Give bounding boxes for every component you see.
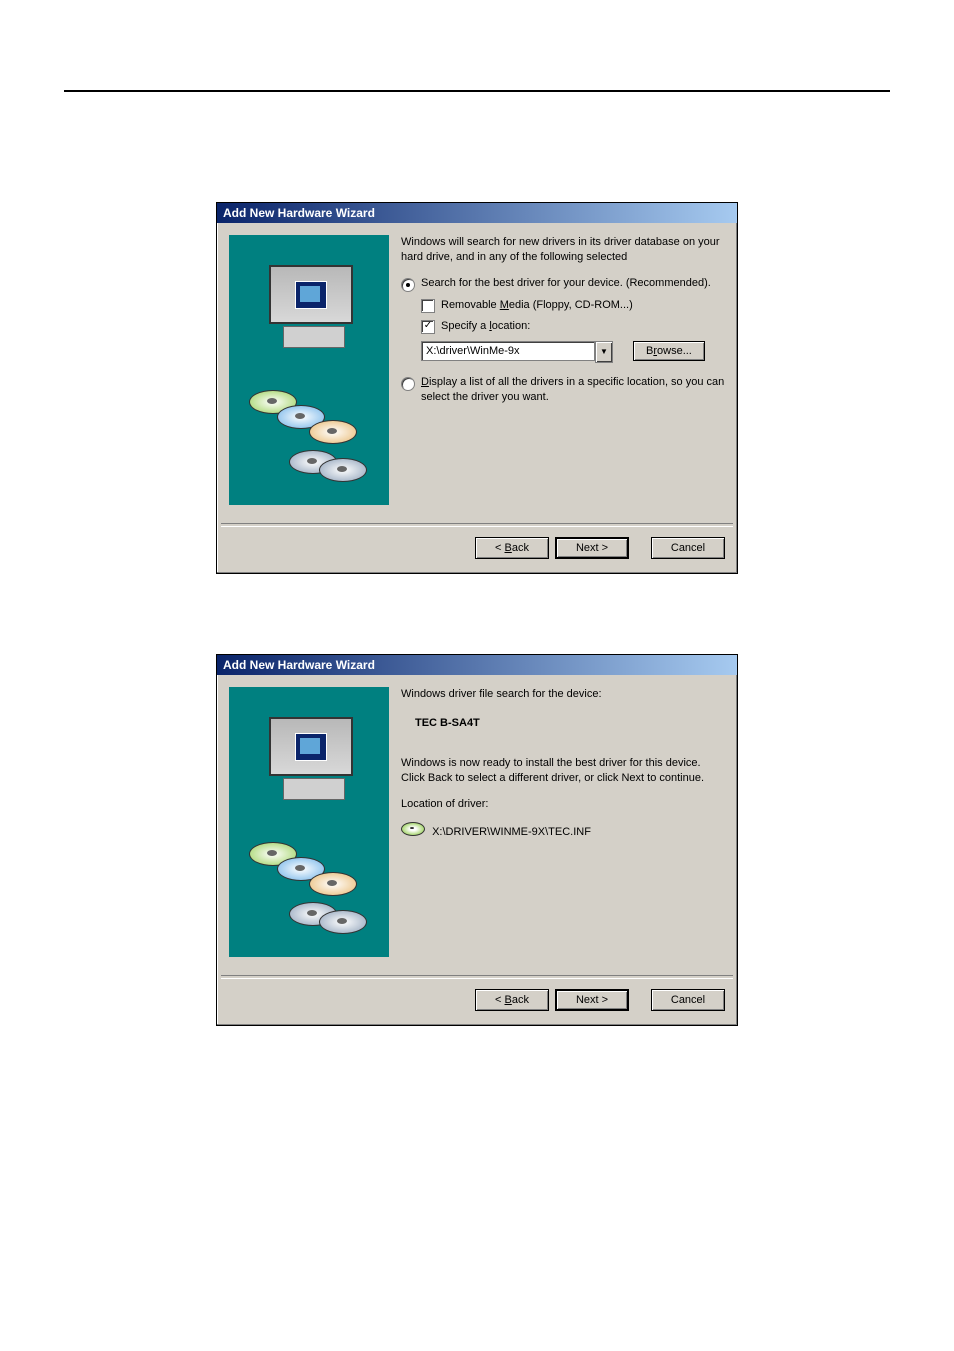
checkbox-icon <box>421 299 435 313</box>
checkbox-specify-location[interactable]: Specify a location: <box>421 319 725 334</box>
radio-label: Display a list of all the drivers in a s… <box>421 375 725 406</box>
combo-dropdown-button[interactable]: ▼ <box>595 341 613 363</box>
location-combo[interactable]: ▼ <box>421 341 613 361</box>
search-label: Windows driver file search for the devic… <box>401 687 725 702</box>
radio-icon <box>401 377 415 391</box>
device-name: TEC B-SA4T <box>415 716 725 731</box>
dialog-title: Add New Hardware Wizard <box>217 203 737 223</box>
checkbox-label: Removable Media (Floppy, CD-ROM...) <box>441 298 633 313</box>
wizard-illustration <box>229 687 389 957</box>
checkbox-removable-media[interactable]: Removable Media (Floppy, CD-ROM...) <box>421 298 725 313</box>
cancel-button[interactable]: Cancel <box>651 989 725 1011</box>
next-button[interactable]: Next > <box>555 537 629 559</box>
hardware-wizard-dialog-2: Add New Hardware Wizard Windows driver f… <box>216 654 738 1026</box>
checkbox-icon <box>421 320 435 334</box>
ready-text: Windows is now ready to install the best… <box>401 756 725 787</box>
back-button[interactable]: < Back <box>475 989 549 1011</box>
hardware-wizard-dialog-1: Add New Hardware Wizard Windows will sea… <box>216 202 738 574</box>
radio-display-list[interactable]: Display a list of all the drivers in a s… <box>401 375 725 406</box>
location-label: Location of driver: <box>401 797 725 812</box>
driver-path: X:\DRIVER\WINME-9X\TEC.INF <box>432 826 591 838</box>
intro-text: Windows will search for new drivers in i… <box>401 235 725 266</box>
checkbox-label: Specify a location: <box>441 319 530 334</box>
disc-icon <box>401 822 425 842</box>
radio-search-best[interactable]: Search for the best driver for your devi… <box>401 276 725 292</box>
radio-icon <box>401 278 415 292</box>
wizard-illustration <box>229 235 389 505</box>
browse-button[interactable]: Browse... <box>633 341 705 361</box>
driver-path-row: X:\DRIVER\WINME-9X\TEC.INF <box>401 822 725 842</box>
dialog-title: Add New Hardware Wizard <box>217 655 737 675</box>
back-button[interactable]: < Back <box>475 537 549 559</box>
next-button[interactable]: Next > <box>555 989 629 1011</box>
location-input[interactable] <box>421 341 595 361</box>
radio-label: Search for the best driver for your devi… <box>421 276 711 291</box>
cancel-button[interactable]: Cancel <box>651 537 725 559</box>
